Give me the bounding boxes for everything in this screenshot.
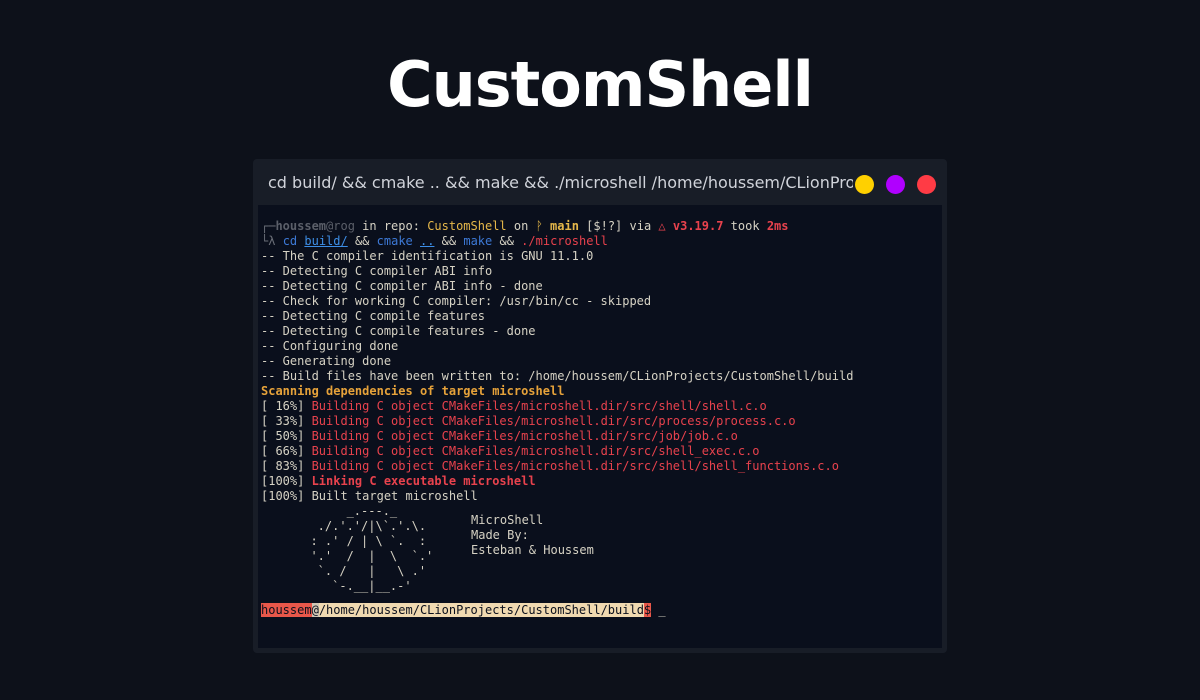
window-titlebar[interactable]: cd build/ && cmake .. && make && ./micro… (253, 159, 947, 205)
cmd-cmake: cmake (376, 234, 420, 248)
banner-title: MicroShell (471, 513, 544, 527)
shell-prompt[interactable]: houssem@/home/houssem/CLionProjects/Cust… (261, 603, 942, 618)
cmd-build-path[interactable]: build/ (304, 234, 347, 248)
page-title: CustomShell (387, 48, 814, 121)
prompt-corner-top: ┌─ (261, 219, 276, 233)
prompt-in-repo: in repo: (354, 219, 428, 233)
scanning-line: Scanning dependencies of target microshe… (261, 384, 565, 398)
prompt-via: via (622, 219, 659, 233)
cmd-make: make (463, 234, 493, 248)
cmd-cd: cd (282, 234, 305, 248)
output-line: -- Check for working C compiler: /usr/bi… (261, 294, 652, 308)
build-percent: [ 33%] (261, 414, 312, 428)
ascii-art-logo: _.---._ ./.'.'/|\`.'.\. : .' / | \ `. : … (310, 504, 434, 593)
build-percent: [ 50%] (261, 429, 312, 443)
output-line: -- Configuring done (261, 339, 399, 353)
minimize-button[interactable] (855, 175, 874, 194)
shell-prompt-user: houssem (261, 603, 312, 617)
prompt-took: took (723, 219, 767, 233)
prompt-user: houssem (275, 219, 327, 233)
output-line: -- Detecting C compile features (261, 309, 485, 323)
cmd-and-3: && (492, 234, 522, 248)
banner-block: _.---._ ./.'.'/|\`.'.\. : .' / | \ `. : … (261, 504, 942, 594)
output-line: -- The C compiler identification is GNU … (261, 249, 594, 263)
prompt-git-status: [$!?] (578, 219, 623, 233)
prompt-host: @rog (326, 219, 355, 233)
banner-made-by: Made By: (471, 528, 529, 542)
terminal-window[interactable]: cd build/ && cmake .. && make && ./micro… (253, 159, 947, 653)
output-line: -- Detecting C compiler ABI info (261, 264, 493, 278)
cmd-and-2: && (434, 234, 464, 248)
output-line: -- Build files have been written to: /ho… (261, 369, 854, 383)
build-percent: [ 66%] (261, 444, 312, 458)
cmd-and-1: && (347, 234, 377, 248)
maximize-button[interactable] (886, 175, 905, 194)
prompt-duration: 2ms (766, 219, 789, 233)
command-line: └λ cd build/ && cmake .. && make && ./mi… (261, 234, 942, 249)
build-line: [ 16%] Building C object CMakeFiles/micr… (261, 399, 942, 414)
build-percent: [ 83%] (261, 459, 312, 473)
branch-icon: ᚹ (535, 219, 543, 233)
output-line: -- Detecting C compiler ABI info - done (261, 279, 543, 293)
banner-authors: Esteban & Houssem (471, 543, 594, 557)
window-title: cd build/ && cmake .. && make && ./micro… (268, 173, 853, 192)
prompt-line-top: ┌─houssem@rog in repo: CustomShell on ᚹ … (261, 219, 942, 234)
cmd-dotdot-path[interactable]: .. (420, 234, 434, 248)
prompt-branch: main (550, 219, 579, 233)
build-text: Building C object CMakeFiles/microshell.… (311, 444, 760, 458)
prompt-on: on (506, 219, 536, 233)
close-button[interactable] (917, 175, 936, 194)
prompt-cmake-version: v3.19.7 (672, 219, 724, 233)
build-line: [ 66%] Building C object CMakeFiles/micr… (261, 444, 942, 459)
build-line: [ 83%] Building C object CMakeFiles/micr… (261, 459, 942, 474)
terminal-output[interactable]: ┌─houssem@rog in repo: CustomShell on ᚹ … (258, 205, 942, 648)
shell-prompt-at: @ (311, 603, 319, 617)
build-text: Building C object CMakeFiles/microshell.… (311, 429, 738, 443)
build-percent: [ 16%] (261, 399, 312, 413)
build-text: Building C object CMakeFiles/microshell.… (311, 459, 839, 473)
output-line: -- Generating done (261, 354, 392, 368)
build-line: [ 50%] Building C object CMakeFiles/micr… (261, 429, 942, 444)
linking-line: [100%] Linking C executable microshell (261, 474, 942, 489)
output-line: -- Detecting C compile features - done (261, 324, 536, 338)
shell-prompt-path: /home/houssem/CLionProjects/CustomShell/… (318, 603, 644, 617)
terminal-cursor[interactable]: _ (651, 603, 665, 617)
build-text: Building C object CMakeFiles/microshell.… (311, 414, 796, 428)
linking-text: Linking C executable microshell (311, 474, 536, 488)
prompt-repo-name: CustomShell (427, 219, 507, 233)
build-line: [ 33%] Building C object CMakeFiles/micr… (261, 414, 942, 429)
banner-info: MicroShell Made By: Esteban & Houssem (471, 513, 594, 558)
prompt-corner-bottom: └λ (261, 234, 283, 248)
linking-percent: [100%] (261, 474, 312, 488)
build-text: Building C object CMakeFiles/microshell.… (311, 399, 767, 413)
built-target-line: [100%] Built target microshell (261, 489, 478, 503)
cmake-icon: △ (658, 219, 666, 233)
cmd-run: ./microshell (521, 234, 608, 248)
